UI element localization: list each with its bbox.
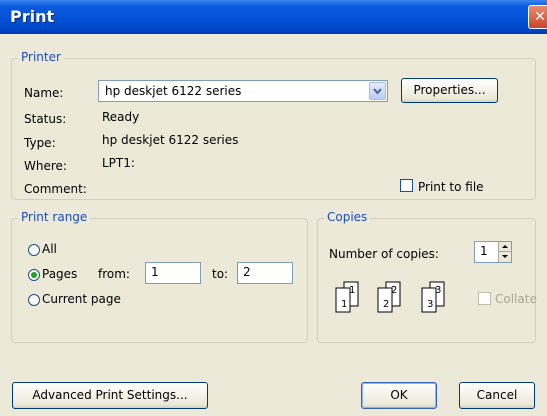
- collate-page-digit: 1: [349, 285, 356, 296]
- properties-button[interactable]: Properties...: [401, 78, 498, 103]
- copies-stepper[interactable]: 1: [474, 241, 512, 263]
- collate-illustration: 1 1 2 2 3 3: [332, 279, 462, 319]
- print-to-file-label[interactable]: Print to file: [418, 180, 484, 194]
- dropdown-button[interactable]: [369, 82, 386, 100]
- copies-group-label: Copies: [324, 210, 371, 224]
- from-input-value: 1: [151, 265, 159, 279]
- close-button[interactable]: ✕: [528, 5, 547, 29]
- radio-pages-label[interactable]: Pages: [42, 267, 77, 281]
- printer-name-select[interactable]: hp deskjet 6122 series: [98, 80, 388, 102]
- properties-button-label: Properties...: [413, 83, 486, 97]
- from-label: from:: [98, 267, 130, 281]
- type-value: hp deskjet 6122 series: [102, 133, 239, 147]
- collate-page-digit: 3: [435, 285, 442, 296]
- radio-current-page-label[interactable]: Current page: [42, 292, 121, 306]
- radio-pages[interactable]: [28, 269, 40, 281]
- print-range-group-label: Print range: [18, 210, 91, 224]
- status-value: Ready: [102, 110, 140, 124]
- radio-all[interactable]: [28, 244, 40, 256]
- to-input-value: 2: [243, 265, 251, 279]
- stepper-up-button[interactable]: [498, 242, 511, 252]
- radio-all-label[interactable]: All: [42, 242, 57, 256]
- number-of-copies-label: Number of copies:: [329, 247, 439, 261]
- where-label: Where:: [24, 159, 67, 173]
- arrow-down-icon: [502, 255, 508, 258]
- radio-selected-dot: [31, 272, 37, 278]
- comment-label: Comment:: [24, 182, 87, 196]
- where-value: LPT1:: [102, 156, 135, 170]
- advanced-print-settings-button[interactable]: Advanced Print Settings...: [12, 382, 208, 409]
- window-title: Print: [10, 7, 55, 26]
- copies-value: 1: [480, 244, 488, 258]
- status-label: Status:: [24, 112, 67, 126]
- collate-page-digit: 2: [391, 285, 398, 296]
- printer-name-value: hp deskjet 6122 series: [105, 84, 242, 98]
- type-label: Type:: [24, 136, 56, 150]
- print-to-file-checkbox[interactable]: [400, 179, 413, 192]
- title-bar: Print ✕: [0, 0, 547, 34]
- dialog-body: Printer Name: hp deskjet 6122 series Pro…: [0, 34, 547, 416]
- chevron-down-icon: [373, 88, 382, 95]
- to-label: to:: [212, 267, 229, 281]
- collate-label[interactable]: Collate: [495, 292, 537, 306]
- to-input[interactable]: 2: [237, 262, 293, 284]
- ok-button-label: OK: [390, 388, 408, 402]
- collate-page-digit: 3: [427, 299, 434, 310]
- collate-page-digit: 1: [341, 299, 348, 310]
- close-icon: ✕: [534, 9, 546, 25]
- collate-page-digit: 2: [383, 299, 390, 310]
- printer-group-label: Printer: [18, 50, 64, 64]
- advanced-print-settings-label: Advanced Print Settings...: [32, 388, 188, 402]
- name-label: Name:: [24, 86, 64, 100]
- cancel-button[interactable]: Cancel: [459, 382, 535, 409]
- stepper-down-button[interactable]: [498, 252, 511, 262]
- from-input[interactable]: 1: [145, 262, 201, 284]
- cancel-button-label: Cancel: [476, 388, 518, 402]
- arrow-up-icon: [502, 245, 508, 248]
- radio-current-page[interactable]: [28, 294, 40, 306]
- collate-checkbox[interactable]: [478, 292, 491, 305]
- ok-button[interactable]: OK: [361, 382, 437, 409]
